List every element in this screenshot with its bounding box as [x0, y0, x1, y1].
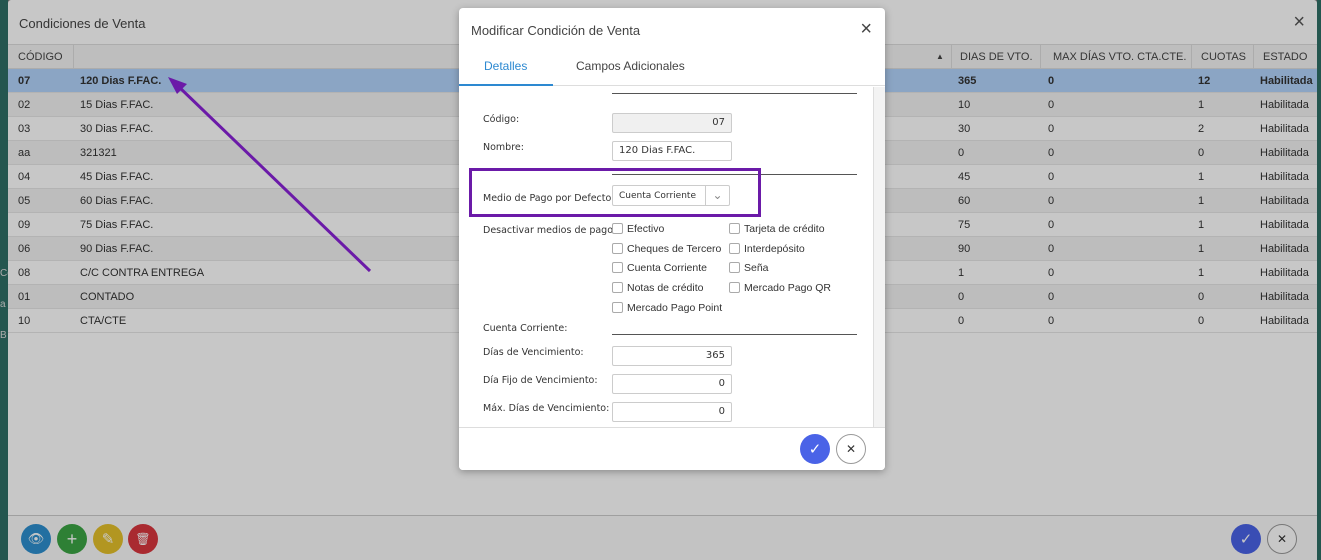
annotation-arrow: [168, 77, 372, 273]
annotation-arrow-line: [176, 84, 372, 273]
